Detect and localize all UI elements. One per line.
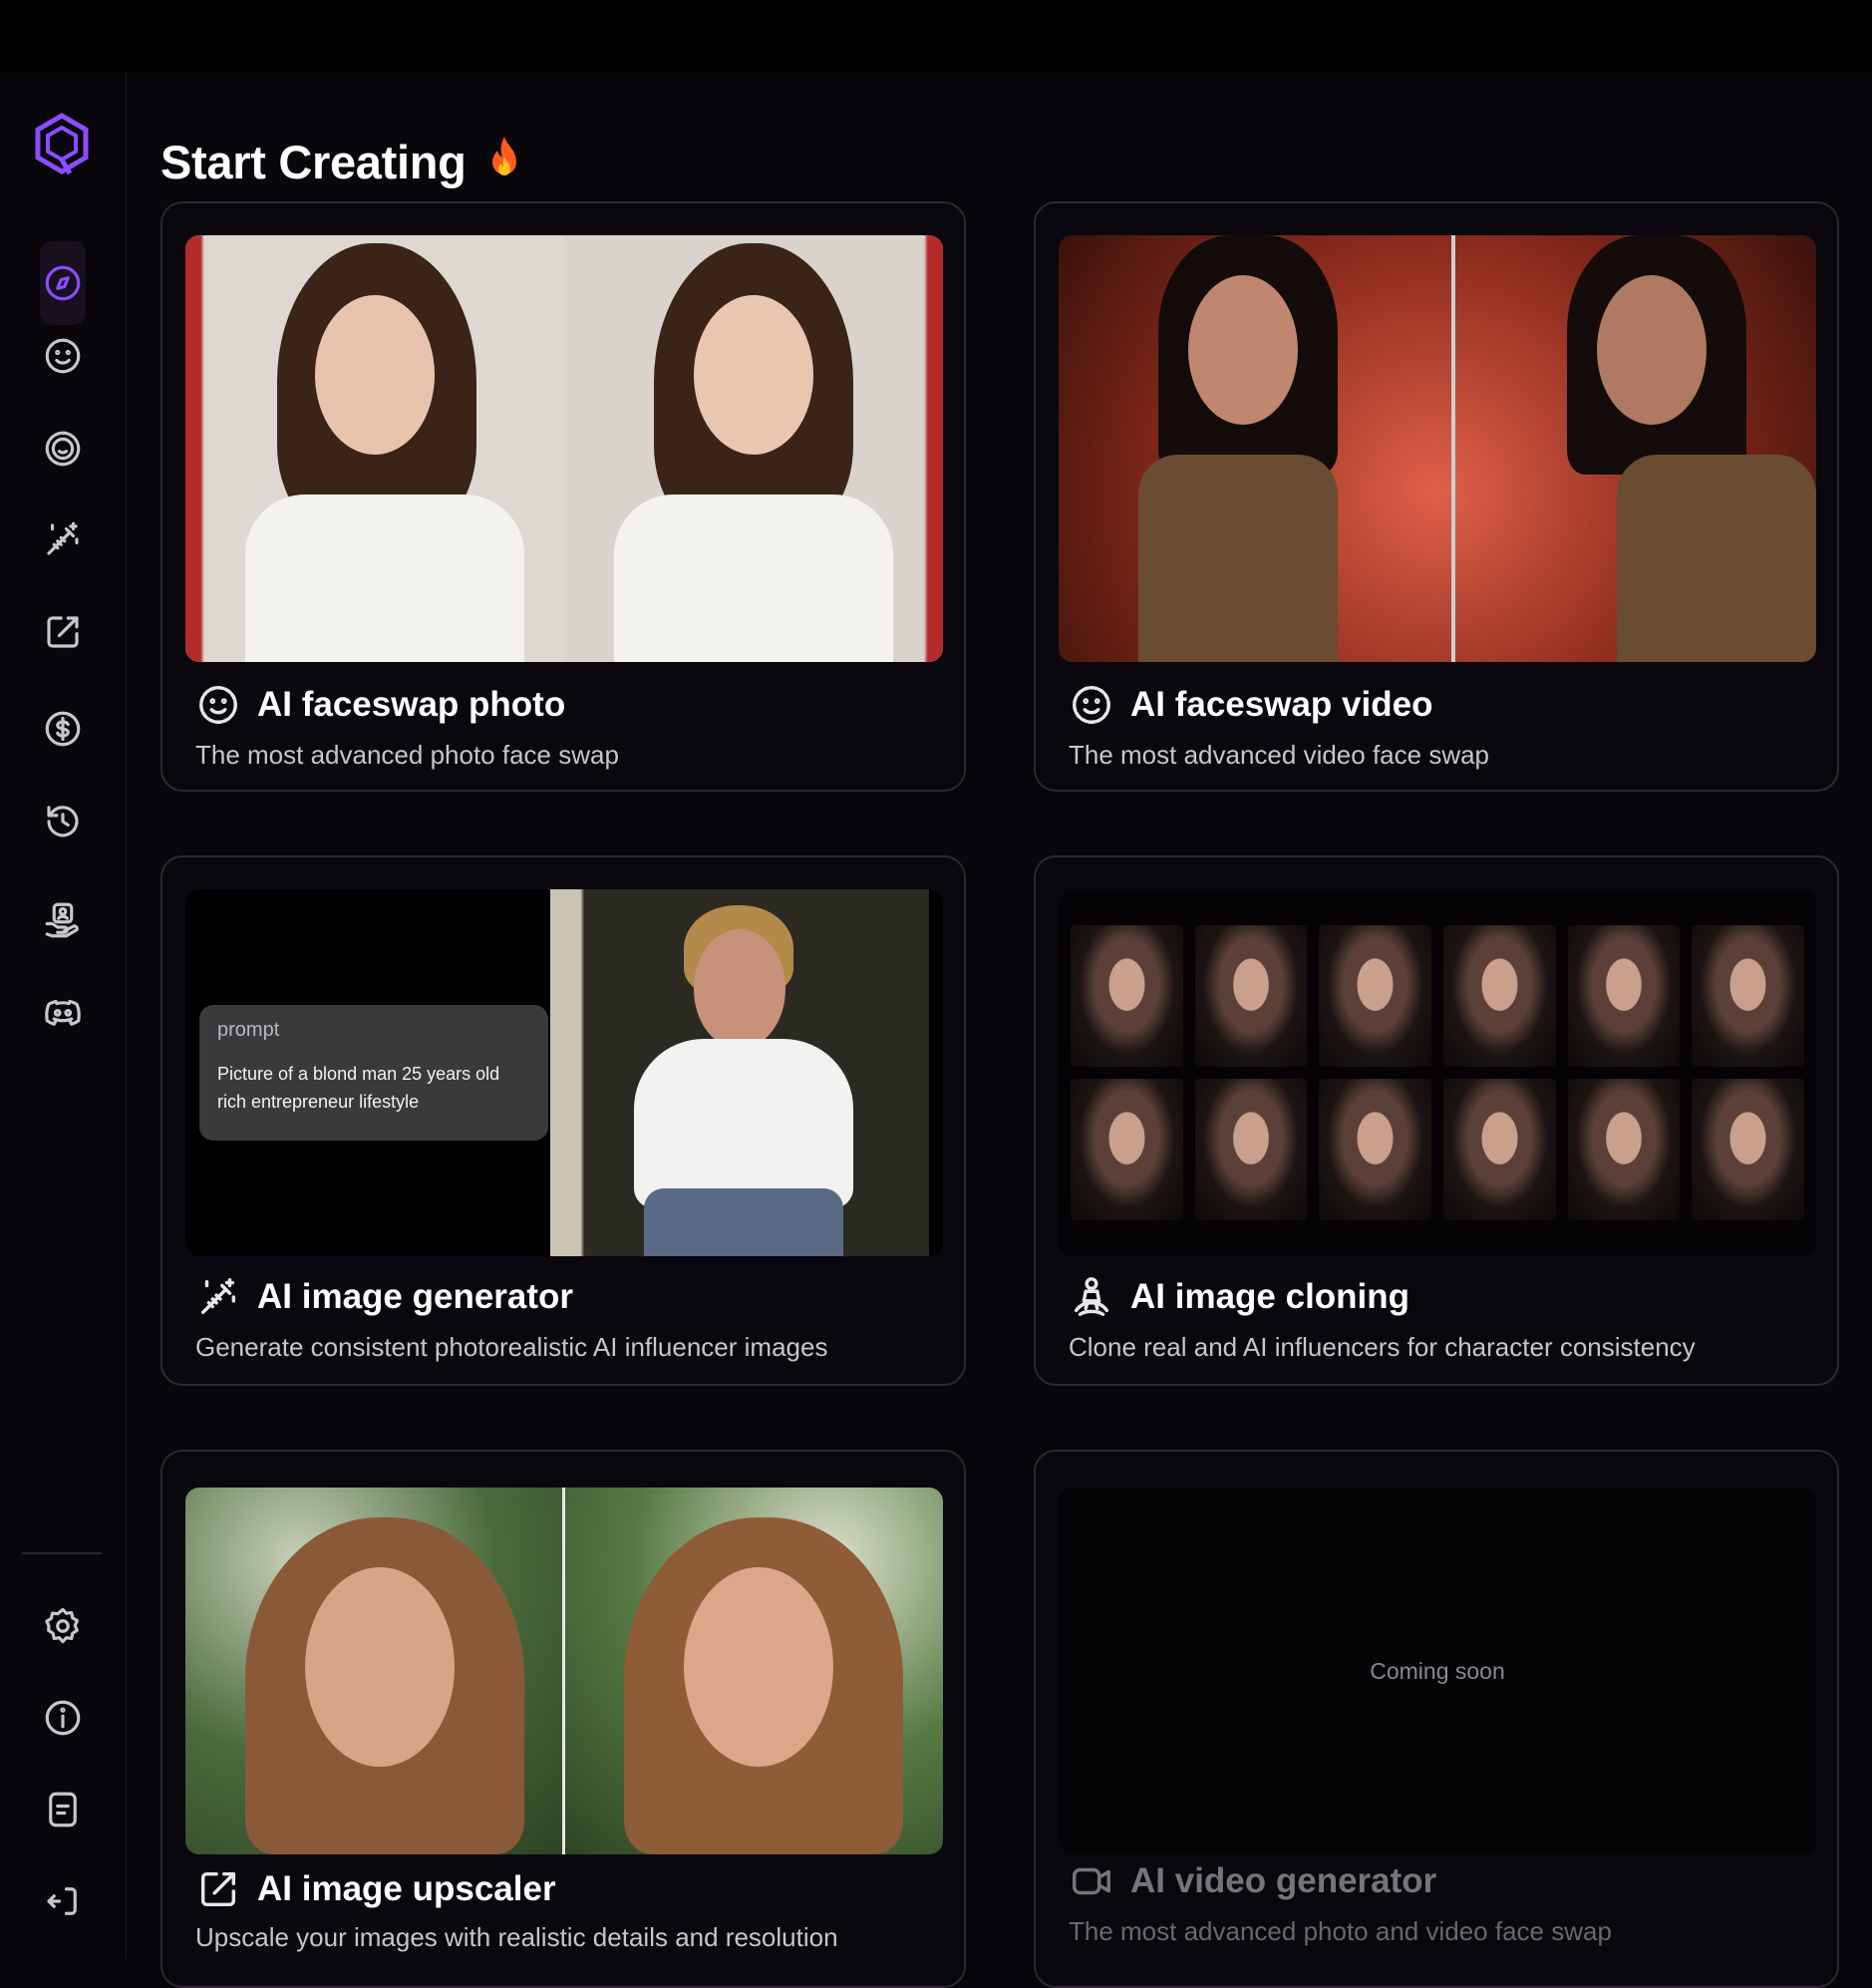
- card-title-row: AI faceswap video: [1069, 682, 1432, 728]
- nav-pricing[interactable]: [40, 706, 86, 752]
- card-title: AI video generator: [1130, 1861, 1437, 1900]
- clone-thumbnail: [1442, 1079, 1556, 1220]
- card-description: The most advanced photo and video face s…: [1069, 1916, 1612, 1946]
- history-icon: [47, 806, 79, 837]
- compass-icon: [45, 265, 81, 301]
- card-title: AI image upscaler: [257, 1869, 556, 1908]
- smile-icon: [199, 686, 237, 724]
- smile-circle-icon: [45, 431, 81, 467]
- page-title: Start Creating: [160, 135, 524, 189]
- card-image-generator[interactable]: prompt Picture of a blond man 25 years o…: [160, 855, 966, 1386]
- card-title-row: AI image upscaler: [195, 1866, 556, 1912]
- external-link-icon: [200, 1871, 236, 1907]
- card-title: AI faceswap video: [1130, 685, 1433, 724]
- card-description: The most advanced photo face swap: [195, 740, 619, 770]
- faceswap-photo-preview: [185, 235, 943, 662]
- clone-thumbnail: [1194, 925, 1308, 1067]
- nav-affiliate[interactable]: [40, 897, 86, 943]
- clone-thumbnail: [1442, 925, 1556, 1067]
- clone-thumbnail: [1071, 925, 1183, 1067]
- app-logo[interactable]: [32, 112, 92, 177]
- document-icon: [49, 1792, 77, 1827]
- top-bar: [0, 0, 1872, 72]
- magic-wand-icon: [47, 521, 79, 555]
- video-generator-preview: Coming soon: [1059, 1488, 1816, 1854]
- person-clone-icon: [1074, 1277, 1109, 1316]
- sidebar-divider: [22, 1552, 102, 1554]
- sidebar: [0, 72, 127, 1958]
- magic-wand-icon: [200, 1278, 236, 1315]
- nav-faceswap[interactable]: [40, 333, 86, 379]
- nav-logout[interactable]: [40, 1878, 86, 1924]
- nav-history[interactable]: [40, 799, 86, 844]
- dollar-icon: [45, 711, 81, 747]
- smile-icon: [1073, 686, 1110, 724]
- clone-thumbnail: [1319, 1079, 1431, 1220]
- card-description: Upscale your images with realistic detai…: [195, 1922, 838, 1952]
- nav-face-video[interactable]: [40, 426, 86, 472]
- smile-icon: [45, 338, 81, 374]
- clone-thumbnail: [1194, 1079, 1308, 1220]
- card-image-upscaler[interactable]: AI image upscaler Upscale your images wi…: [160, 1450, 966, 1988]
- coming-soon-label: Coming soon: [1370, 1657, 1505, 1684]
- nav-image-generator[interactable]: [40, 516, 86, 562]
- prompt-label: prompt: [217, 1019, 280, 1041]
- card-title-row: AI image cloning: [1069, 1274, 1409, 1320]
- gear-icon: [45, 1607, 79, 1644]
- nav-discord[interactable]: [40, 989, 86, 1035]
- clone-thumbnail: [1692, 1079, 1804, 1220]
- card-faceswap-photo[interactable]: AI faceswap photo The most advanced phot…: [160, 201, 966, 792]
- prompt-text: Picture of a blond man 25 years old rich…: [217, 1064, 500, 1112]
- clone-thumbnail: [1319, 925, 1431, 1067]
- clone-thumbnail-grid: [1071, 925, 1804, 1220]
- logout-icon: [47, 1887, 77, 1915]
- prompt-box: prompt Picture of a blond man 25 years o…: [199, 1005, 548, 1141]
- card-title: AI image cloning: [1130, 1277, 1410, 1316]
- clone-thumbnail: [1567, 925, 1681, 1067]
- discord-icon: [45, 999, 81, 1026]
- clone-thumbnail: [1071, 1079, 1183, 1220]
- clone-thumbnail: [1692, 925, 1804, 1067]
- card-description: Clone real and AI influencers for charac…: [1069, 1332, 1696, 1362]
- card-title-row: AI video generator: [1069, 1858, 1436, 1904]
- clone-thumbnail: [1567, 1079, 1681, 1220]
- video-camera-icon: [1073, 1867, 1110, 1895]
- card-description: Generate consistent photorealistic AI in…: [195, 1332, 828, 1362]
- card-title-row: AI faceswap photo: [195, 682, 565, 728]
- card-title: AI faceswap photo: [257, 685, 566, 724]
- card-faceswap-video[interactable]: AI faceswap video The most advanced vide…: [1034, 201, 1839, 792]
- page-title-text: Start Creating: [160, 136, 467, 189]
- image-generator-preview: prompt Picture of a blond man 25 years o…: [185, 889, 943, 1256]
- hand-user-icon: [45, 902, 79, 938]
- card-image-cloning[interactable]: AI image cloning Clone real and AI influ…: [1034, 855, 1839, 1386]
- nav-docs[interactable]: [40, 1787, 86, 1832]
- nav-settings[interactable]: [40, 1603, 86, 1649]
- nav-upscaler[interactable]: [40, 609, 86, 655]
- card-title: AI image generator: [257, 1277, 574, 1316]
- card-description: The most advanced video face swap: [1069, 740, 1490, 770]
- nav-info[interactable]: [40, 1695, 86, 1741]
- image-cloning-preview: [1059, 889, 1816, 1256]
- external-link-icon: [47, 616, 79, 648]
- card-video-generator: Coming soon AI video generator The most …: [1034, 1450, 1839, 1988]
- image-upscaler-preview: [185, 1488, 943, 1854]
- nav-explore[interactable]: [40, 241, 86, 325]
- info-icon: [45, 1700, 81, 1736]
- card-title-row: AI image generator: [195, 1274, 573, 1320]
- faceswap-video-preview: [1059, 235, 1816, 662]
- fire-icon: [492, 137, 517, 176]
